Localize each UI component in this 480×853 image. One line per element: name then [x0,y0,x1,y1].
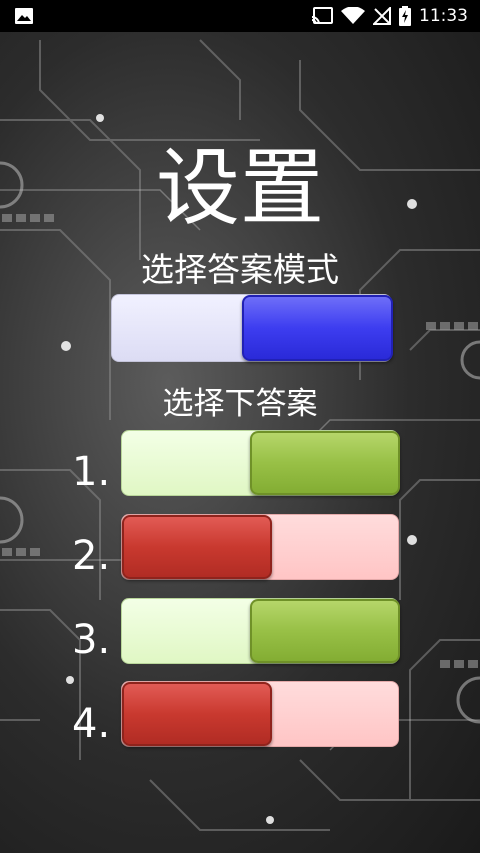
no-signal-icon [373,7,391,25]
status-bar: 11:33 [0,0,480,32]
answer-number-2: 2. [72,533,111,579]
answer-toggle-4-knob[interactable] [122,682,272,746]
answer-number-4: 4. [72,701,111,747]
answer-toggle-1-knob[interactable] [250,431,400,495]
wifi-icon [341,7,365,24]
mode-toggle-knob[interactable] [242,295,393,361]
mode-label: 选择答案模式 [141,250,339,289]
answer-toggle-2[interactable] [121,514,399,580]
answer-toggle-3[interactable] [121,598,400,664]
answer-number-3: 3. [72,617,111,663]
answer-toggle-1[interactable] [121,430,400,496]
image-icon [15,8,33,24]
mode-toggle[interactable] [111,294,393,362]
clock: 11:33 [419,6,468,26]
answer-label: 选择下答案 [162,386,318,422]
page-title: 设置 [155,139,324,237]
answer-toggle-4[interactable] [121,681,399,747]
battery-charging-icon [399,6,411,26]
answer-toggle-2-knob[interactable] [122,515,272,579]
answer-toggle-3-knob[interactable] [250,599,400,663]
cast-icon [311,7,333,25]
answer-number-1: 1. [72,449,111,495]
